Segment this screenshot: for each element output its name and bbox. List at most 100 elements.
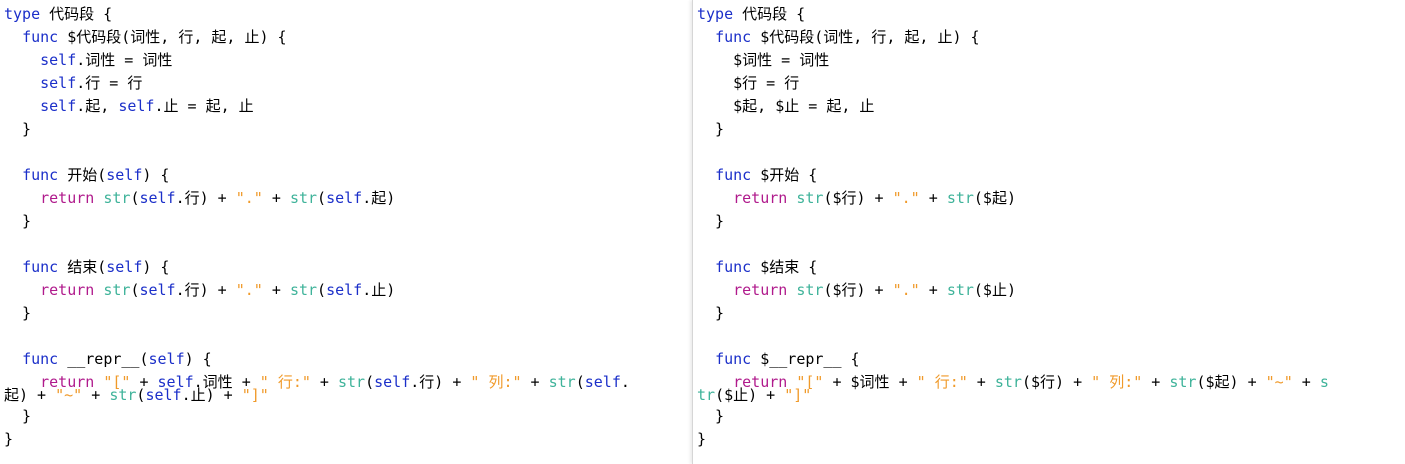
keyword-token: type (4, 5, 41, 23)
code-line: return str(self.行) + "." + str(self.起) (4, 187, 692, 210)
code-text: + (919, 281, 947, 299)
builtin-token: str (338, 373, 366, 391)
return-keyword: return (733, 189, 788, 207)
code-line: func $代码段(词性, 行, 起, 止) { (697, 26, 1405, 49)
code-text: $开始 { (751, 166, 818, 184)
code-text: ( (365, 373, 375, 391)
code-text: ($行) + (823, 281, 893, 299)
code-block-left: type 代码段 { func $代码段(词性, 行, 起, 止) { self… (4, 3, 692, 451)
builtin-token: str (109, 386, 137, 404)
code-line: } (4, 210, 692, 233)
code-text: $结束 { (751, 258, 818, 276)
code-line: $行 = 行 (697, 72, 1405, 95)
code-text: ($起) (973, 189, 1016, 207)
code-text: ( (317, 189, 327, 207)
code-text: 开始( (58, 166, 107, 184)
builtin-token: str (289, 281, 318, 299)
keyword-token: self (139, 281, 176, 299)
code-text: $代码段(词性, 行, 起, 止) { (751, 28, 980, 46)
code-line: func 开始(self) { (4, 164, 692, 187)
builtin-token: str (103, 189, 131, 207)
code-text: ($起) + (1196, 373, 1266, 391)
keyword-token: self (40, 97, 77, 115)
builtin-token: str (796, 281, 824, 299)
builtin-token: str (103, 281, 131, 299)
code-text: 代码段 { (40, 5, 113, 23)
code-text: + (262, 281, 290, 299)
builtin-token: s (1319, 373, 1329, 391)
code-line: self.行 = 行 (4, 72, 692, 95)
code-text: .词性 = 词性 (76, 51, 173, 69)
code-text: + (310, 373, 338, 391)
keyword-token: self (40, 74, 77, 92)
code-line: func $开始 { (697, 164, 1405, 187)
string-token: " 列:" (1091, 373, 1143, 391)
code-text: .止) + (181, 386, 242, 404)
builtin-token: str (1169, 373, 1197, 391)
builtin-token: str (994, 373, 1022, 391)
builtin-token: tr (697, 386, 716, 404)
code-text: } (4, 212, 32, 230)
code-text: } (4, 304, 32, 322)
code-text: + (262, 189, 290, 207)
code-line: $起, $止 = 起, 止 (697, 95, 1405, 118)
code-line: return str($行) + "." + str($止) (697, 279, 1405, 302)
code-text: ($止) (973, 281, 1016, 299)
code-line: $词性 = 词性 (697, 49, 1405, 72)
code-line: func $__repr__ { (697, 348, 1405, 371)
code-text: ($止) + (715, 386, 785, 404)
code-text: .行) + (410, 373, 471, 391)
code-line: } (4, 405, 692, 428)
code-pane-left[interactable]: type 代码段 { func $代码段(词性, 行, 起, 止) { self… (0, 0, 692, 464)
code-line: func 结束(self) { (4, 256, 692, 279)
builtin-token: str (548, 373, 576, 391)
code-text: ) { (142, 166, 170, 184)
code-line: } (4, 302, 692, 325)
string-token: "." (892, 281, 920, 299)
keyword-token: self (106, 166, 143, 184)
code-text: + (82, 386, 110, 404)
code-text: } (4, 120, 32, 138)
keyword-token: self (139, 189, 176, 207)
code-text: ($行) + (823, 189, 893, 207)
code-line: } (697, 302, 1405, 325)
code-line: self.词性 = 词性 (4, 49, 692, 72)
code-text: + (1292, 373, 1320, 391)
keyword-token: self (326, 281, 363, 299)
code-text: $__repr__ { (751, 350, 860, 368)
code-pane-right[interactable]: type 代码段 { func $代码段(词性, 行, 起, 止) { $词性 … (692, 0, 1405, 464)
code-line: func $结束 { (697, 256, 1405, 279)
keyword-token: func (22, 258, 59, 276)
return-keyword: return (733, 281, 788, 299)
code-line: self.起, self.止 = 起, 止 (4, 95, 692, 118)
keyword-token: func (715, 258, 752, 276)
code-line: } (4, 118, 692, 141)
keyword-token: self (118, 97, 155, 115)
code-text: ( (317, 281, 327, 299)
builtin-token: str (946, 281, 974, 299)
code-text: + (967, 373, 995, 391)
code-text: 代码段 { (733, 5, 806, 23)
keyword-token: self (326, 189, 363, 207)
keyword-token: func (22, 350, 59, 368)
code-line: type 代码段 { (4, 3, 692, 26)
code-text: $行 = 行 (697, 74, 800, 92)
editor-window: type 代码段 { func $代码段(词性, 行, 起, 止) { self… (0, 0, 1405, 464)
code-text: } (697, 407, 725, 425)
code-text: + (919, 189, 947, 207)
keyword-token: self (584, 373, 621, 391)
code-text: $起, $止 = 起, 止 (697, 97, 875, 115)
string-token: " 列:" (470, 373, 522, 391)
code-text: ) { (142, 258, 170, 276)
